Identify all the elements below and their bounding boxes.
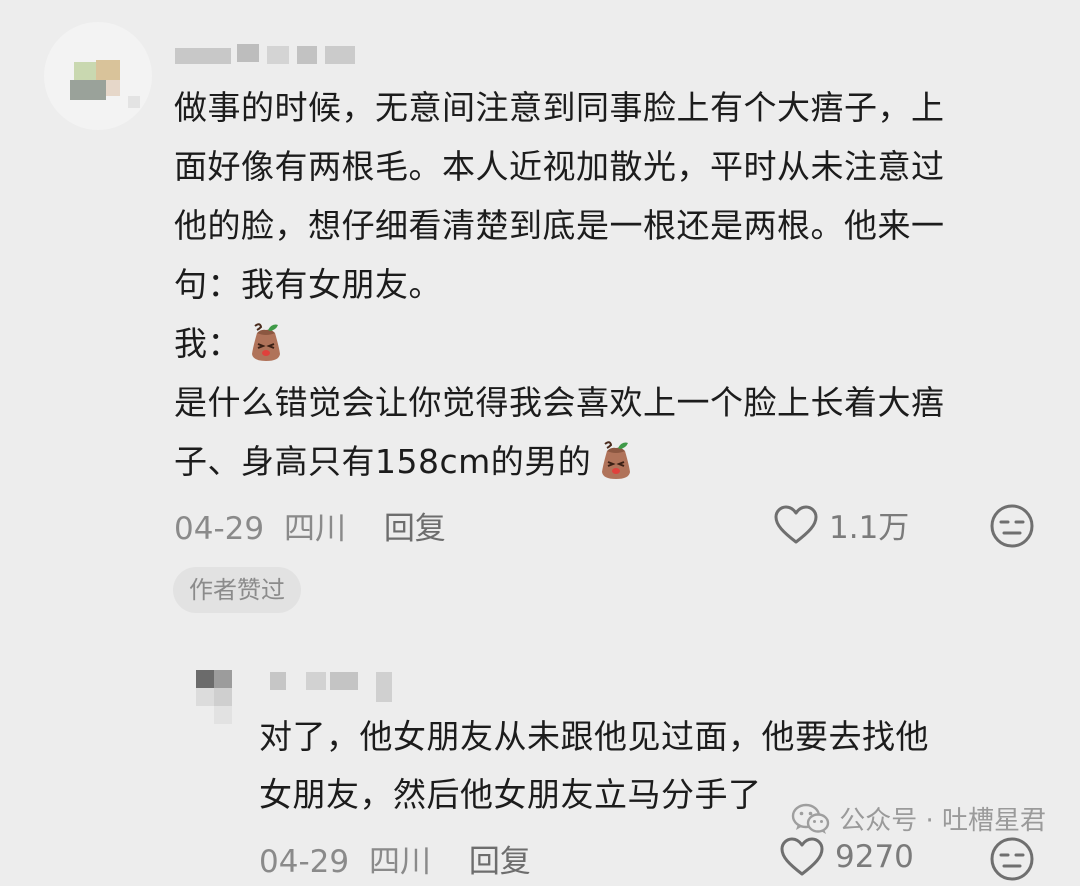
reply-meta: 04-29 四川 回复	[259, 836, 531, 881]
comment-line: 子、身高只有158cm的男的	[174, 432, 945, 491]
like-count: 1.1万	[829, 510, 910, 546]
comment-line: 做事的时候，无意间注意到同事脸上有个大痦子，上	[174, 88, 945, 127]
reply-button[interactable]: 回复	[469, 836, 531, 881]
like-button[interactable]: 1.1万	[773, 502, 909, 547]
username[interactable]	[270, 672, 400, 702]
author-liked-badge: 作者赞过	[173, 567, 301, 613]
like-button[interactable]: 9270	[779, 836, 914, 878]
sly-bag-emoji-icon	[252, 323, 280, 361]
reply-button[interactable]: 回复	[384, 503, 446, 548]
meh-face-icon	[990, 504, 1034, 548]
avatar[interactable]	[44, 22, 152, 130]
username[interactable]	[175, 44, 365, 66]
comment-item: 做事的时候，无意间注意到同事脸上有个大痦子，上 面好像有两根毛。本人近视加散光，…	[0, 0, 1080, 640]
reply-location: 四川	[368, 844, 431, 880]
sly-bag-emoji-icon	[602, 441, 631, 479]
comment-location: 四川	[283, 511, 346, 547]
comment-text: 做事的时候，无意间注意到同事脸上有个大痦子，上 面好像有两根毛。本人近视加散光，…	[174, 78, 945, 491]
meh-face-icon	[990, 837, 1034, 881]
reply-date: 04-29	[259, 844, 350, 880]
comment-line: 是什么错觉会让你觉得我会喜欢上一个脸上长着大痦	[174, 383, 945, 422]
dislike-button[interactable]	[989, 503, 1035, 553]
comment-line-text: 我：	[174, 324, 241, 363]
wechat-icon	[792, 803, 830, 834]
comment-meta: 04-29 四川 回复	[174, 503, 446, 548]
avatar[interactable]	[194, 670, 254, 730]
watermark-text: 公众号 · 吐槽星君	[839, 806, 1046, 836]
watermark: 公众号 · 吐槽星君	[791, 800, 1046, 837]
reply-line: 对了，他女朋友从未跟他见过面，他要去找他	[259, 717, 929, 756]
like-count: 9270	[835, 839, 914, 875]
comment-line-text: 子、身高只有158cm的男的	[174, 442, 592, 481]
comment-date: 04-29	[174, 511, 265, 547]
comment-line: 句：我有女朋友。	[174, 265, 442, 304]
comment-line: 我：	[174, 314, 945, 373]
comment-line: 面好像有两根毛。本人近视加散光，平时从未注意过	[174, 147, 945, 186]
dislike-button[interactable]	[989, 836, 1035, 886]
comment-line: 他的脸，想仔细看清楚到底是一根还是两根。他来一	[174, 206, 945, 245]
heart-outline-icon	[780, 837, 824, 876]
heart-outline-icon	[774, 505, 818, 543]
